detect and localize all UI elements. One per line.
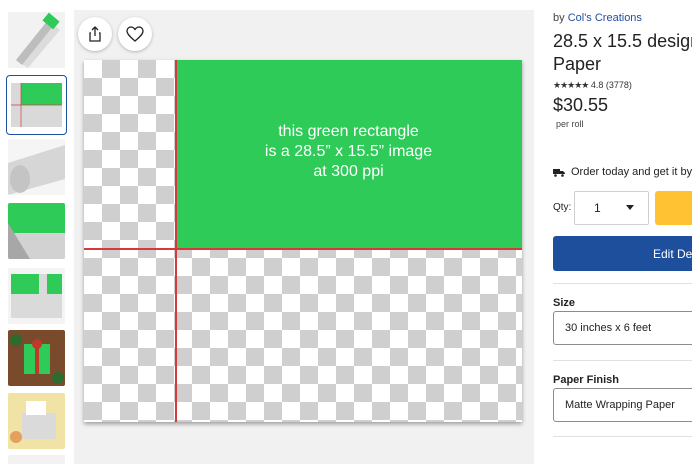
rating[interactable]: ★★★★★ 4.8 (3778) (553, 80, 632, 91)
add-to-cart-button[interactable] (655, 191, 692, 225)
paper-finish-label: Paper Finish (553, 374, 620, 386)
quantity-label: Qty: (553, 202, 572, 213)
bleed-guide-horizontal (84, 248, 522, 250)
product-title: 28.5 x 15.5 design Paper (553, 31, 692, 74)
thumbnail-gift[interactable] (8, 330, 65, 386)
thumbnail-sheet[interactable] (8, 268, 65, 324)
thumbnail-rail (0, 0, 74, 464)
thumbnail-flat-active[interactable] (6, 75, 67, 135)
design-preview: this green rectangle is a 28.5” x 15.5” … (84, 60, 522, 422)
quantity-value: 1 (594, 201, 601, 215)
divider (553, 360, 692, 361)
size-label: Size (553, 297, 576, 309)
price-unit: per roll (556, 119, 584, 129)
rating-value: 4.8 (590, 80, 604, 90)
product-image-stage: this green rectangle is a 28.5” x 15.5” … (74, 10, 534, 464)
share-icon (89, 26, 101, 42)
share-button[interactable] (78, 17, 112, 51)
favorite-button[interactable] (118, 17, 152, 51)
shipping-text: Order today and get it by (571, 166, 692, 178)
image-caption: this green rectangle is a 28.5” x 15.5” … (264, 123, 433, 180)
divider (553, 283, 692, 284)
rating-stars: ★★★★★ (553, 80, 589, 90)
price: $30.55 (553, 95, 609, 115)
thumbnail-more[interactable] (8, 455, 65, 464)
thumbnail-folded[interactable] (8, 203, 65, 259)
paper-finish-select[interactable]: Matte Wrapping Paper (553, 388, 692, 422)
heart-icon (126, 26, 144, 42)
size-select[interactable]: 30 inches x 6 feet (553, 311, 692, 345)
seller-link[interactable]: Col's Creations (568, 12, 642, 24)
truck-icon (553, 168, 565, 177)
chevron-down-icon (626, 205, 634, 210)
bleed-guide-vertical (175, 60, 177, 422)
size-value: 30 inches x 6 feet (565, 322, 652, 334)
review-count: (3778) (605, 80, 632, 90)
seller-line: by Col's Creations (553, 12, 642, 24)
thumbnail-rolled[interactable] (8, 139, 65, 195)
quantity-select[interactable]: 1 (574, 191, 649, 225)
thumbnail-party[interactable] (8, 393, 65, 449)
green-design-area: this green rectangle is a 28.5” x 15.5” … (175, 60, 522, 248)
thumbnail-roll[interactable] (8, 12, 65, 68)
paper-finish-value: Matte Wrapping Paper (565, 399, 675, 411)
seller-prefix: by (553, 12, 565, 24)
shipping-info: Order today and get it by Se (553, 166, 692, 178)
product-details-panel: by Col's Creations 28.5 x 15.5 design Pa… (553, 0, 692, 464)
divider (553, 436, 692, 437)
edit-design-button[interactable]: Edit Des (553, 236, 692, 271)
